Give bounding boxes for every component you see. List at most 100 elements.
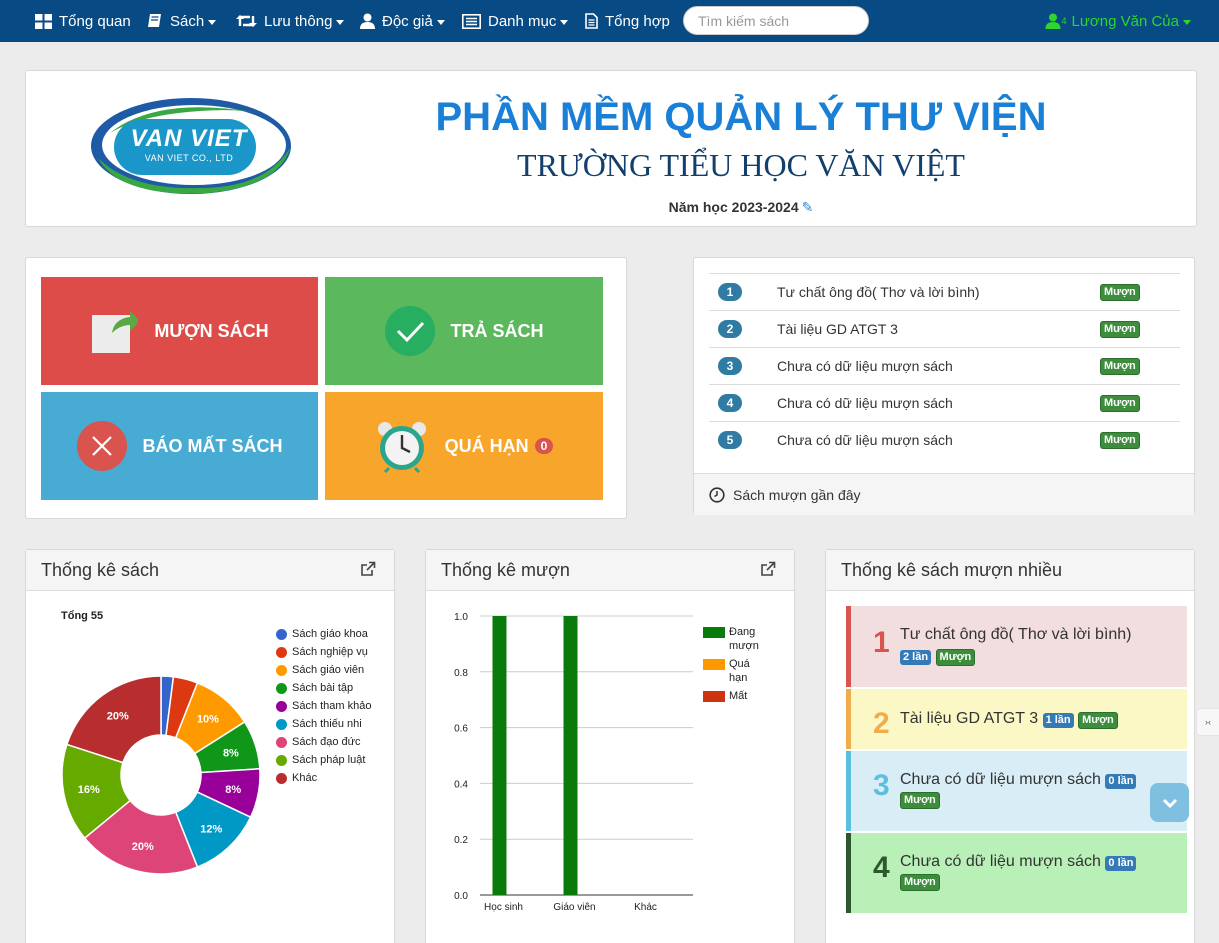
legend-item[interactable]: Quá hạn: [703, 657, 761, 685]
bar-chart: 0.0 0.2 0.4 0.6 0.8 1.0 Học sinh Giáo viên Khác: [454, 612, 693, 913]
external-link-icon[interactable]: [360, 561, 376, 582]
user-menu[interactable]: 4 Lương Văn Của: [1045, 0, 1191, 42]
legend-item[interactable]: Khác: [276, 769, 372, 787]
top-book-info: Chưa có dữ liệu mượn sách 0 lần Mượn: [900, 853, 1165, 891]
top-book-info: Tư chất ông đồ( Thơ và lời bình) 2 lần M…: [900, 626, 1190, 666]
nav-sach[interactable]: Sách: [147, 0, 217, 42]
external-link-icon[interactable]: [760, 561, 776, 582]
legend-label: Sách thiếu nhi: [292, 718, 362, 730]
panel-title: Thống kê sách: [41, 560, 160, 580]
list-item[interactable]: 2 Tài liệu GD ATGT 3 1 lần Mượn: [846, 689, 1187, 749]
status-badge: Mượn: [900, 874, 940, 891]
logo-text: VAN VIET VAN VIET CO., LTD: [118, 127, 260, 164]
logo-subtitle: VAN VIET CO., LTD: [144, 153, 234, 163]
school-year: Năm học 2023-2024 ✎: [376, 199, 1106, 216]
y-tick-label: 1.0: [454, 612, 468, 623]
tile-label: BÁO MẤT SÁCH: [142, 435, 283, 456]
report-lost-tile[interactable]: BÁO MẤT SÁCH: [41, 392, 318, 500]
legend-item[interactable]: Sách giáo viên: [276, 661, 372, 679]
y-tick-label: 0.6: [454, 724, 468, 735]
status-badge: Mượn: [1078, 712, 1118, 729]
count-badge: 0 lần: [1105, 856, 1137, 871]
user-icon: [360, 13, 375, 29]
legend-item[interactable]: Sách bài tập: [276, 679, 372, 697]
status-badge: Mượn: [1100, 394, 1140, 412]
legend-item[interactable]: Sách pháp luật: [276, 751, 372, 769]
list-item[interactable]: 5 Chưa có dữ liệu mượn sách Mượn: [709, 421, 1180, 458]
y-tick-label: 0.4: [454, 779, 468, 790]
chevron-down-icon: [208, 19, 217, 25]
nav-danh-muc[interactable]: Danh mục: [462, 0, 569, 42]
book-title: Tài liệu GD ATGT 3: [777, 321, 898, 337]
alarm-clock-icon: [375, 419, 429, 473]
book-title: Chưa có dữ liệu mượn sách: [777, 395, 953, 411]
list-item[interactable]: 3 Chưa có dữ liệu mượn sách 0 lần Mượn: [846, 751, 1187, 831]
recent-borrowed-panel: 1 Tư chất ông đồ( Thơ và lời bình) Mượn …: [693, 257, 1195, 515]
rank-number: 4: [873, 851, 890, 884]
rank-number: 3: [873, 769, 890, 802]
rank-number: 1: [873, 626, 890, 659]
nav-tong-hop[interactable]: Tổng hợp: [585, 0, 670, 42]
footer-label: Sách mượn gần đây: [733, 486, 861, 503]
legend-item[interactable]: Đang mượn: [703, 625, 761, 653]
row-number: 3: [718, 357, 742, 375]
legend-swatch: [703, 627, 725, 638]
y-tick-label: 0.8: [454, 668, 468, 679]
tile-label: TRẢ SÁCH: [450, 320, 544, 341]
bar[interactable]: [492, 616, 507, 895]
nav-tong-quan[interactable]: Tổng quan: [35, 0, 131, 42]
row-number: 5: [718, 431, 742, 449]
chart-legend: Đang mượn Quá hạn Mất: [703, 625, 761, 707]
list-item[interactable]: 1 Tư chất ông đồ( Thơ và lời bình) 2 lần…: [846, 606, 1187, 687]
side-widget-tab[interactable]: ›‹: [1196, 708, 1219, 736]
count-badge: 0 lần: [1105, 774, 1137, 789]
list-item[interactable]: 3 Chưa có dữ liệu mượn sách Mượn: [709, 347, 1180, 384]
nav-label: Tổng hợp: [605, 12, 670, 30]
retweet-icon: [236, 14, 257, 28]
legend-item[interactable]: Sách tham khảo: [276, 697, 372, 715]
overdue-tile[interactable]: QUÁ HẠN 0: [325, 392, 603, 500]
top-book-info: Chưa có dữ liệu mượn sách 0 lần Mượn: [900, 771, 1165, 809]
x-tick-label: Giáo viên: [553, 902, 595, 913]
list-item[interactable]: 2 Tài liệu GD ATGT 3 Mượn: [709, 310, 1180, 347]
grid-icon: [35, 13, 52, 29]
row-number: 1: [718, 283, 742, 301]
return-book-tile[interactable]: TRẢ SÁCH: [325, 277, 603, 385]
list-item[interactable]: 4 Chưa có dữ liệu mượn sách Mượn: [709, 384, 1180, 421]
chevron-down-icon: [436, 19, 445, 25]
close-icon: [76, 421, 127, 471]
legend-swatch: [276, 682, 287, 694]
book-title: Tài liệu GD ATGT 3: [900, 710, 1039, 727]
list-item[interactable]: 1 Tư chất ông đồ( Thơ và lời bình) Mượn: [709, 273, 1180, 310]
legend-item[interactable]: Sách thiếu nhi: [276, 715, 372, 733]
legend-swatch: [276, 646, 287, 658]
borrow-book-tile[interactable]: MƯỢN SÁCH: [41, 277, 318, 385]
legend-label: Quá hạn: [729, 658, 750, 684]
row-number: 4: [718, 394, 742, 412]
nav-doc-gia[interactable]: Độc giả: [360, 0, 445, 42]
nav-label: Lưu thông: [264, 12, 333, 30]
list-item[interactable]: 4 Chưa có dữ liệu mượn sách 0 lần Mượn: [846, 833, 1187, 913]
panel-heading: Thống kê sách mượn nhiều: [826, 550, 1194, 591]
scroll-down-button[interactable]: [1150, 783, 1189, 822]
legend-item[interactable]: Mất: [703, 689, 761, 703]
book-stats-panel: Thống kê sách Tổng 55 10% 8% 8% 12% 20% 16% 20…: [25, 549, 395, 943]
legend-item[interactable]: Sách giáo khoa: [276, 625, 372, 643]
status-badge: Mượn: [935, 649, 976, 666]
book-title: Chưa có dữ liệu mượn sách: [777, 432, 953, 448]
panel-heading: Thống kê sách: [26, 550, 394, 591]
panel-title: Thống kê sách mượn nhiều: [841, 560, 1062, 580]
chevron-down-icon: [1183, 19, 1191, 25]
legend-item[interactable]: Sách nghiệp vụ: [276, 643, 372, 661]
panel-title: Thống kê mượn: [441, 560, 570, 580]
book-title: Tư chất ông đồ( Thơ và lời bình): [900, 626, 1132, 643]
pencil-icon[interactable]: ✎: [802, 199, 814, 215]
bar[interactable]: [563, 616, 578, 895]
search-input[interactable]: [683, 6, 869, 35]
chart-legend: Sách giáo khoa Sách nghiệp vụ Sách giáo vi…: [276, 625, 372, 787]
status-badge: Mượn: [900, 792, 940, 809]
pie-chart: 10% 8% 8% 12% 20% 16% 20%: [61, 675, 261, 875]
borrow-stats-panel: Thống kê mượn 0.0 0.2 0.4 0.6 0.8 1.0 Học sinh…: [425, 549, 795, 943]
legend-item[interactable]: Sách đạo đức: [276, 733, 372, 751]
nav-luu-thong[interactable]: Lưu thông: [236, 0, 345, 42]
